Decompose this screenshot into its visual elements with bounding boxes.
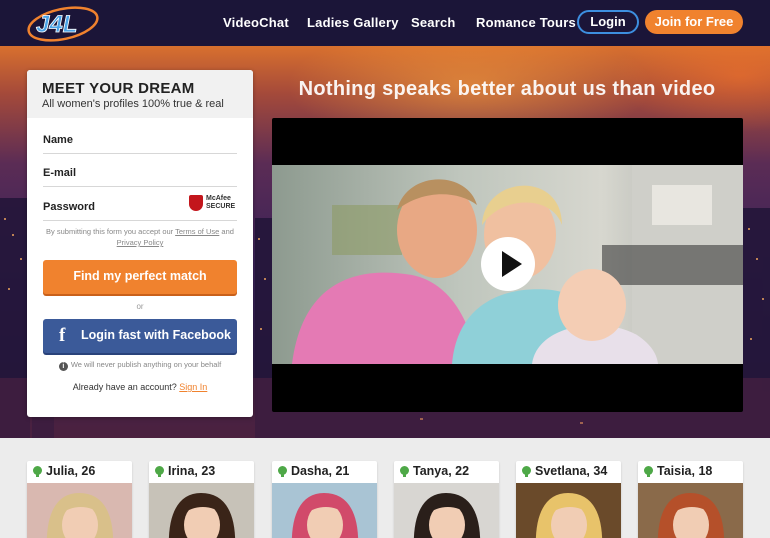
profile-card[interactable]: Taisia, 18 — [638, 461, 743, 538]
j4l-logo[interactable]: J4L — [26, 4, 100, 42]
form-title: MEET YOUR DREAM — [42, 80, 195, 97]
profiles-strip: Julia, 26 Irina, 23 Dasha, 21 Tanya, 22 Svet… — [0, 438, 770, 538]
profile-name: Dasha, 21 — [278, 464, 349, 478]
profile-name: Irina, 23 — [155, 464, 215, 478]
hero-section: Nothing speaks better about us than vide… — [0, 46, 770, 438]
already-account-text: Already have an account? — [72, 382, 177, 392]
password-field[interactable]: Password — [43, 201, 183, 221]
registration-form: MEET YOUR DREAM All women's profiles 100… — [27, 70, 253, 417]
profile-name: Julia, 26 — [33, 464, 95, 478]
facebook-login-label: Login fast with Facebook — [81, 328, 232, 342]
privacy-notice-text: We will never publish anything on your b… — [70, 360, 222, 369]
profile-name-text: Julia, 26 — [46, 464, 96, 478]
find-match-button[interactable]: Find my perfect match — [43, 260, 237, 294]
location-pin-icon — [33, 466, 42, 477]
profile-name: Svetlana, 34 — [522, 464, 607, 478]
profile-photo[interactable] — [272, 483, 377, 538]
location-pin-icon — [155, 466, 164, 477]
location-pin-icon — [278, 466, 287, 477]
name-field-label: Name — [43, 134, 73, 146]
profile-photo[interactable] — [394, 483, 499, 538]
profile-name: Taisia, 18 — [644, 464, 712, 478]
privacy-policy-link[interactable]: Privacy Policy — [117, 238, 164, 247]
profile-name-text: Tanya, 22 — [413, 464, 470, 478]
or-divider: or — [136, 302, 144, 311]
profile-name-text: Dasha, 21 — [291, 464, 350, 478]
existing-account-prompt: Already have an account? Sign In — [27, 382, 253, 392]
privacy-notice: i We will never publish anything on your … — [27, 360, 253, 371]
form-header: MEET YOUR DREAM All women's profiles 100… — [27, 70, 253, 118]
facebook-icon: f — [59, 325, 66, 346]
name-field[interactable]: Name — [43, 134, 237, 154]
profile-name-text: Svetlana, 34 — [535, 464, 608, 478]
nav-ladies-gallery[interactable]: Ladies Gallery — [307, 15, 399, 30]
nav-videochat[interactable]: VideoChat — [223, 15, 289, 30]
form-subtitle: All women's profiles 100% true & real — [42, 98, 224, 110]
join-free-button[interactable]: Join for Free — [645, 10, 743, 34]
profile-card[interactable]: Julia, 26 — [27, 461, 132, 538]
terms-prefix: By submitting this form you accept our — [46, 227, 174, 236]
location-pin-icon — [644, 466, 653, 477]
login-button[interactable]: Login — [577, 10, 639, 34]
email-field-label: E-mail — [43, 167, 77, 179]
password-field-label: Password — [43, 201, 95, 213]
profile-name: Tanya, 22 — [400, 464, 469, 478]
profile-name-text: Taisia, 18 — [657, 464, 713, 478]
svg-text:J4L: J4L — [36, 11, 77, 38]
video-player[interactable] — [272, 118, 743, 412]
terms-notice: By submitting this form you accept our T… — [41, 226, 239, 248]
profile-card[interactable]: Dasha, 21 — [272, 461, 377, 538]
mcafee-label: McAfee — [206, 195, 231, 202]
nav-search[interactable]: Search — [411, 15, 456, 30]
nav-romance-tours[interactable]: Romance Tours — [476, 15, 576, 30]
profile-photo[interactable] — [516, 483, 621, 538]
profile-photo[interactable] — [638, 483, 743, 538]
profile-card[interactable]: Irina, 23 — [149, 461, 254, 538]
terms-and: and — [221, 227, 234, 236]
play-button[interactable] — [481, 237, 535, 291]
sign-in-link[interactable]: Sign In — [179, 382, 207, 392]
location-pin-icon — [522, 466, 531, 477]
terms-of-use-link[interactable]: Terms of Use — [175, 227, 219, 236]
profile-card[interactable]: Tanya, 22 — [394, 461, 499, 538]
info-icon: i — [58, 362, 68, 371]
location-pin-icon — [400, 466, 409, 477]
profile-card[interactable]: Svetlana, 34 — [516, 461, 621, 538]
site-header: J4L VideoChat Ladies Gallery Search Roma… — [0, 0, 770, 46]
profile-photo[interactable] — [27, 483, 132, 538]
mcafee-secure-badge: McAfee SECURE — [189, 194, 239, 212]
password-underline — [43, 220, 237, 221]
profile-photo[interactable] — [149, 483, 254, 538]
play-icon — [502, 251, 522, 277]
hero-title: Nothing speaks better about us than vide… — [298, 78, 716, 100]
mcafee-shield-icon — [189, 195, 203, 211]
secure-label: SECURE — [206, 203, 236, 210]
facebook-login-button[interactable]: f Login fast with Facebook — [43, 319, 237, 353]
email-field[interactable]: E-mail — [43, 167, 237, 187]
profile-name-text: Irina, 23 — [168, 464, 216, 478]
